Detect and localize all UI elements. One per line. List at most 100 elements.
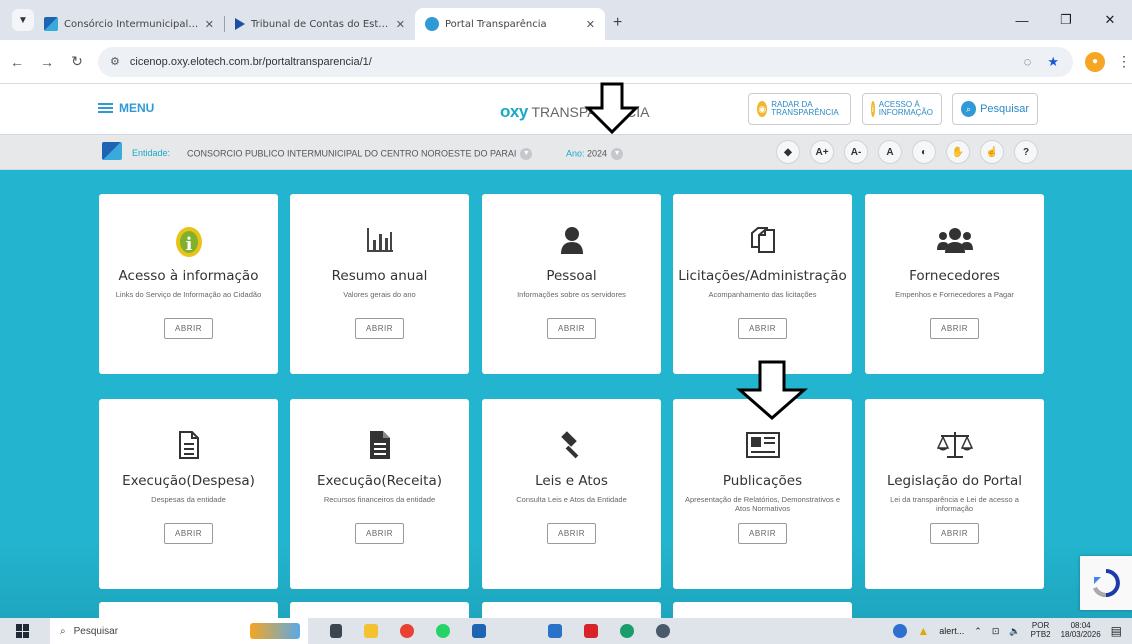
help-tray-icon[interactable]	[893, 624, 908, 638]
close-tab-icon[interactable]: ✕	[205, 18, 214, 31]
card-desc: Empenhos e Fornecedores a Pagar	[895, 290, 1014, 299]
search-button[interactable]: ⌕ Pesquisar	[952, 93, 1038, 125]
clock[interactable]: 08:04 18/03/2026	[1060, 621, 1101, 640]
accessibility-icon[interactable]: ◆	[776, 140, 800, 164]
open-button[interactable]: ABRIR	[930, 523, 979, 544]
eye-off-icon[interactable]: ◌	[1024, 54, 1032, 70]
card-leis-atos[interactable]: Leis e Atos Consulta Leis e Atos da Enti…	[482, 399, 661, 589]
card-execucao-receita[interactable]: Execução(Receita) Recursos financeiros d…	[290, 399, 469, 589]
hamburger-icon	[98, 101, 113, 115]
open-button[interactable]: ABRIR	[164, 523, 213, 544]
tab-search-chevron-icon[interactable]: ▼	[12, 9, 34, 31]
browser-tab-2[interactable]: Tribunal de Contas do Estado d ✕	[225, 8, 415, 40]
font-reset-button[interactable]: A	[878, 140, 902, 164]
store-app-icon[interactable]	[472, 624, 486, 638]
card-resumo-anual[interactable]: Resumo anual Valores gerais do ano ABRIR	[290, 194, 469, 374]
profile-avatar-icon[interactable]: ●	[1085, 51, 1105, 72]
whatsapp-icon[interactable]	[436, 624, 450, 638]
taskbar-app-icon[interactable]	[656, 624, 670, 638]
url-field[interactable]: ⚙ cicenop.oxy.elotech.com.br/portaltrans…	[98, 46, 1073, 77]
alert-label[interactable]: alert...	[939, 626, 964, 636]
card-title: Licitações/Administração	[678, 268, 847, 284]
acrobat-icon[interactable]	[584, 624, 598, 638]
minimize-icon[interactable]: —	[1000, 13, 1044, 28]
open-button[interactable]: ABRIR	[738, 318, 787, 339]
file-explorer-icon[interactable]	[364, 624, 378, 638]
restore-icon[interactable]: ❐	[1044, 12, 1088, 28]
card-title: Leis e Atos	[535, 473, 608, 489]
open-button[interactable]: ABRIR	[164, 318, 213, 339]
card-pessoal[interactable]: Pessoal Informações sobre os servidores …	[482, 194, 661, 374]
open-button[interactable]: ABRIR	[930, 318, 979, 339]
year-select[interactable]: Ano: 2024 ▼	[566, 148, 624, 160]
search-icon: ⌕	[60, 625, 66, 637]
open-button[interactable]: ABRIR	[355, 523, 404, 544]
card-licitacoes[interactable]: Licitações/Administração Acompanhamento …	[673, 194, 852, 374]
open-button[interactable]: ABRIR	[547, 523, 596, 544]
warning-icon[interactable]: ▲	[917, 624, 929, 638]
sign-hand-icon[interactable]: ☝	[980, 140, 1004, 164]
task-view-icon[interactable]	[330, 624, 342, 638]
bar-chart-icon	[290, 220, 469, 260]
lang-sub-label: PTB2	[1030, 630, 1051, 639]
card-execucao-despesa[interactable]: Execução(Despesa) Despesas da entidade A…	[99, 399, 278, 589]
card-desc: Lei da transparência e Lei de acesso a i…	[890, 495, 1019, 514]
windows-start-icon[interactable]	[16, 624, 30, 638]
gavel-icon	[482, 425, 661, 465]
card-desc: Consulta Leis e Atos da Entidade	[516, 495, 627, 504]
window-controls: — ❐ ✕	[1000, 0, 1132, 40]
date-label: 18/03/2026	[1060, 630, 1101, 639]
browser-tab-1[interactable]: Consórcio Intermunicipal de Sa ✕	[34, 8, 224, 40]
group-icon	[865, 220, 1044, 260]
back-icon[interactable]: ←	[4, 54, 30, 70]
browser-tabstrip: ▼ Consórcio Intermunicipal de Sa ✕ Tribu…	[0, 0, 1132, 40]
contrast-icon[interactable]: ◐	[912, 140, 936, 164]
card-legislacao[interactable]: Legislação do Portal Lei da transparênci…	[865, 399, 1044, 589]
chrome-icon[interactable]	[400, 624, 414, 638]
card-partial	[99, 602, 278, 618]
network-icon[interactable]: ⊡	[992, 626, 1000, 637]
help-button[interactable]: ?	[1014, 140, 1038, 164]
card-desc: Despesas da entidade	[151, 495, 226, 504]
forward-icon[interactable]: →	[34, 54, 60, 70]
acesso-informacao-button[interactable]: i ACESSO À INFORMAÇÃO	[862, 93, 942, 125]
card-publicacoes[interactable]: Publicações Apresentação de Relatórios, …	[673, 399, 852, 589]
sign-language-icon[interactable]: ✋	[946, 140, 970, 164]
language-indicator[interactable]: POR PTB2	[1030, 621, 1051, 640]
portal-favicon-icon	[425, 17, 439, 31]
browser-menu-icon[interactable]: ⋮	[1117, 53, 1131, 70]
recaptcha-badge[interactable]	[1080, 556, 1132, 610]
card-title: Pessoal	[546, 268, 597, 284]
card-fornecedores[interactable]: Fornecedores Empenhos e Fornecedores a P…	[865, 194, 1044, 374]
card-title: Resumo anual	[331, 268, 428, 284]
radar-transparencia-button[interactable]: ◉ RADAR DA TRANSPARÊNCIA	[748, 93, 851, 125]
font-increase-button[interactable]: A+	[810, 140, 834, 164]
open-button[interactable]: ABRIR	[547, 318, 596, 339]
notifications-icon[interactable]: ▤	[1111, 624, 1122, 638]
new-tab-button[interactable]: +	[613, 14, 622, 32]
taskbar-app-icon[interactable]	[548, 624, 562, 638]
chevron-down-icon: ▼	[520, 148, 533, 160]
taskbar-app-icon[interactable]	[620, 624, 634, 638]
close-window-icon[interactable]: ✕	[1088, 12, 1132, 28]
card-desc: Acompanhamento das licitações	[708, 290, 817, 299]
volume-icon[interactable]: 🔈	[1009, 626, 1020, 637]
entity-select[interactable]: CONSORCIO PUBLICO INTERMUNICIPAL DO CENT…	[187, 148, 533, 160]
entity-name: CONSORCIO PUBLICO INTERMUNICIPAL DO CENT…	[187, 148, 517, 159]
bookmark-star-icon[interactable]: ★	[1047, 54, 1059, 70]
taskbar: ⌕ Pesquisar ▲ alert... ⌃ ⊡ 🔈 POR PTB2 08:…	[0, 618, 1132, 644]
chevron-up-icon[interactable]: ⌃	[974, 626, 982, 637]
close-tab-icon[interactable]: ✕	[396, 18, 405, 31]
year-value: 2024	[587, 148, 608, 159]
font-decrease-button[interactable]: A-	[844, 140, 868, 164]
open-button[interactable]: ABRIR	[738, 523, 787, 544]
site-info-icon[interactable]: ⚙	[110, 55, 120, 68]
reload-icon[interactable]: ↻	[64, 53, 90, 70]
open-button[interactable]: ABRIR	[355, 318, 404, 339]
menu-button[interactable]: MENU	[98, 101, 154, 115]
browser-tab-3[interactable]: Portal Transparência ✕	[415, 8, 605, 40]
close-tab-icon[interactable]: ✕	[586, 18, 595, 31]
card-acesso-informacao[interactable]: i Acesso à informação Links do Serviço d…	[99, 194, 278, 374]
taskbar-search-field[interactable]: ⌕ Pesquisar	[50, 618, 308, 644]
card-desc: Valores gerais do ano	[343, 290, 416, 299]
